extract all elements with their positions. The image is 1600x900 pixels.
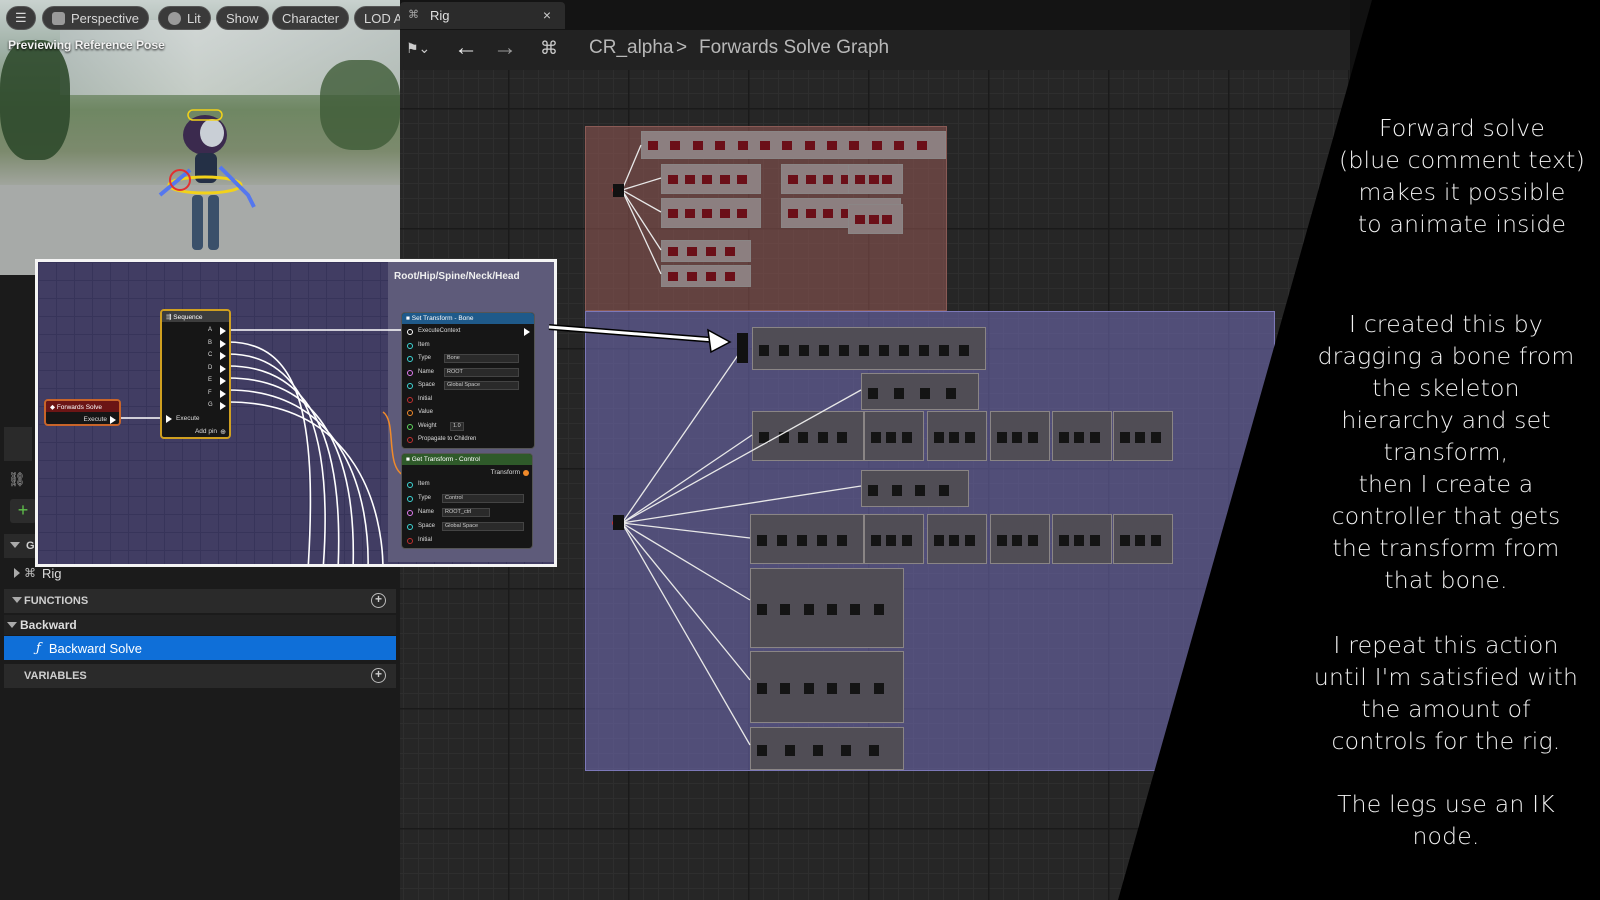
annotation-line: transform, [1383,438,1509,466]
annotation-line: that bone. [1384,566,1508,594]
annotation-paragraph: I repeat this action until I'm satisfied … [1296,629,1596,757]
annotation-line: controller that gets [1331,502,1561,530]
annotation-line: the skeleton [1372,374,1520,402]
annotation-line: The legs use an IK [1337,790,1555,818]
annotation-paragraph: Forward solve (blue comment text) makes it… [1312,112,1600,240]
annotation-line: the amount of [1361,695,1531,723]
annotation-paragraph: I created this by dragging a bone from the… [1296,308,1596,596]
annotation-line: makes it possible [1358,178,1566,206]
annotation-line: node. [1412,822,1480,850]
annotation-paragraph: The legs use an IK node. [1296,788,1596,852]
annotation-line: to animate inside [1357,210,1567,238]
annotation-line: then I create a [1358,470,1534,498]
annotation-line: (blue comment text) [1339,146,1585,174]
annotation-line: the transform from [1332,534,1560,562]
annotation-line: controls for the rig. [1331,727,1561,755]
annotation-line: until I'm satisfied with [1313,663,1579,691]
annotation-line: I created this by [1349,310,1543,338]
annotation-line: Forward solve [1378,114,1546,142]
annotation-line: I repeat this action [1333,631,1559,659]
annotation-line: hierarchy and set [1341,406,1551,434]
annotation-line: dragging a bone from [1317,342,1575,370]
